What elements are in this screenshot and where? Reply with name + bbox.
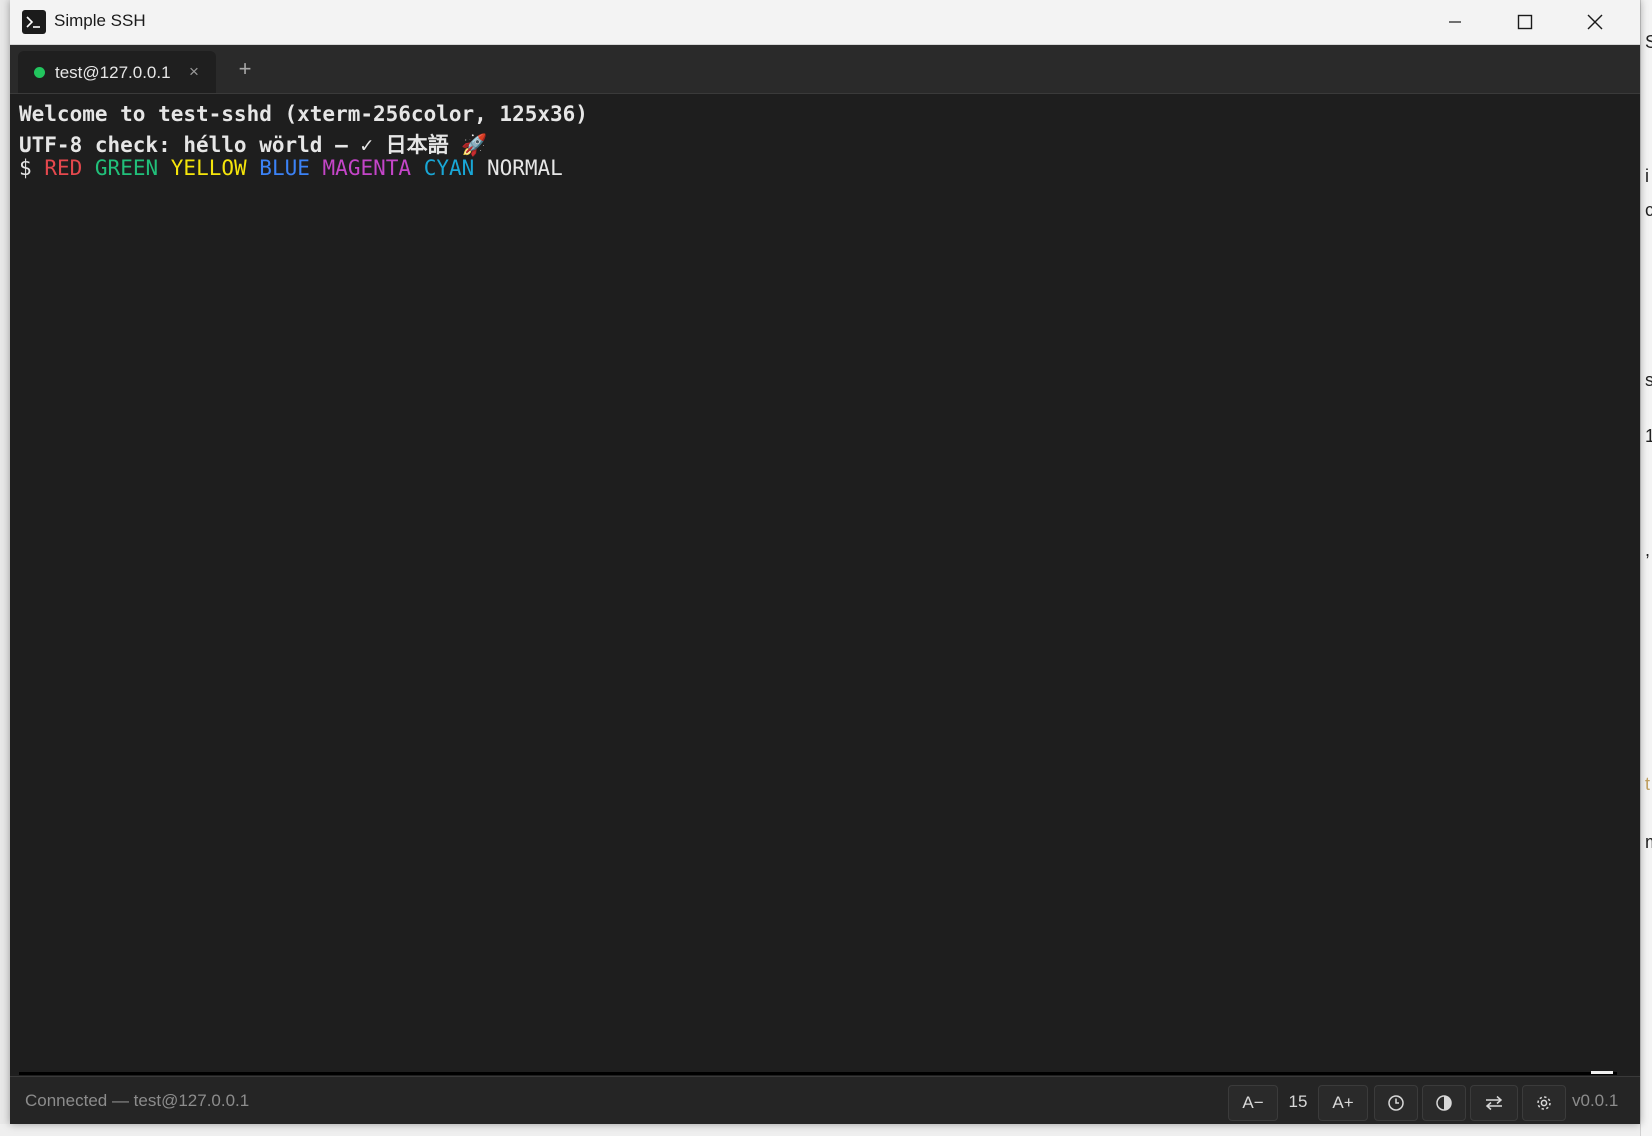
bg-char: i [1645,166,1649,186]
tab-label: test@127.0.0.1 [55,63,171,82]
increase-font-button[interactable]: A+ [1318,1085,1368,1121]
font-size-value: 15 [1288,1092,1308,1111]
terminal-prompt-line: $ RED GREEN YELLOW BLUE MAGENTA CYAN NOR… [19,156,563,180]
minimize-icon [1449,21,1461,23]
app-window: Simple SSH test@127.0.0.1 × + Welcome to… [10,0,1640,1124]
background-window-edge: S i c s 1 , t m [1640,0,1652,1136]
connection-status-text: Connected — test@127.0.0.1 [25,1091,250,1110]
bg-char: t [1645,774,1651,794]
decrease-font-button[interactable]: A− [1228,1085,1278,1121]
bg-char: 1 [1645,426,1652,447]
terminal-view[interactable]: Welcome to test-sshd (xterm-256color, 12… [10,94,1640,1075]
session-tab[interactable]: test@127.0.0.1 × [18,51,216,93]
color-word-green: GREEN [94,156,159,180]
tab-close-icon[interactable]: × [183,61,205,83]
color-word-yellow: YELLOW [170,156,247,180]
terminal-line: Welcome to test-sshd (xterm-256color, 12… [19,102,588,126]
color-word-magenta: MAGENTA [322,156,412,180]
bg-char: c [1645,200,1652,221]
connection-status-dot [34,67,45,78]
clock-icon [1388,1095,1404,1111]
swap-arrows-icon [1485,1095,1503,1111]
close-window-button[interactable] [1560,0,1630,44]
maximize-icon [1517,14,1533,30]
color-word-blue: BLUE [259,156,310,180]
gear-icon [1537,1096,1551,1110]
title-bar[interactable]: Simple SSH [10,0,1640,45]
color-word-cyan: CYAN [423,156,475,180]
color-word-red: RED [44,156,83,180]
bg-char: S [1645,32,1652,53]
bg-char: , [1645,540,1651,560]
swap-button[interactable] [1470,1085,1518,1121]
prompt-symbol: $ [19,156,32,180]
terminal-scroll-thumb[interactable] [1591,1071,1613,1074]
app-version: v0.0.1 [1572,1091,1619,1110]
history-button[interactable] [1374,1085,1418,1121]
theme-toggle-button[interactable] [1422,1085,1466,1121]
bg-char: s [1645,370,1652,391]
color-word-normal: NORMAL [486,156,563,180]
terminal-app-icon [22,10,46,34]
minimize-button[interactable] [1420,0,1490,44]
tab-bar: test@127.0.0.1 × + [10,45,1640,94]
new-tab-button[interactable]: + [232,56,258,82]
terminal-line: UTF-8 check: héllo wörld — ✓ 日本語 🚀 [19,133,488,157]
maximize-button[interactable] [1490,0,1560,44]
window-title: Simple SSH [54,11,146,30]
settings-button[interactable] [1522,1085,1566,1121]
close-icon [1587,14,1603,30]
contrast-icon [1436,1095,1452,1111]
background-desktop-strip [0,1124,1640,1136]
status-bar: Connected — test@127.0.0.1 A− 15 A+ v0.0… [10,1076,1640,1124]
bg-char: m [1645,832,1652,853]
terminal-scrollbar-track[interactable] [19,1072,1617,1075]
